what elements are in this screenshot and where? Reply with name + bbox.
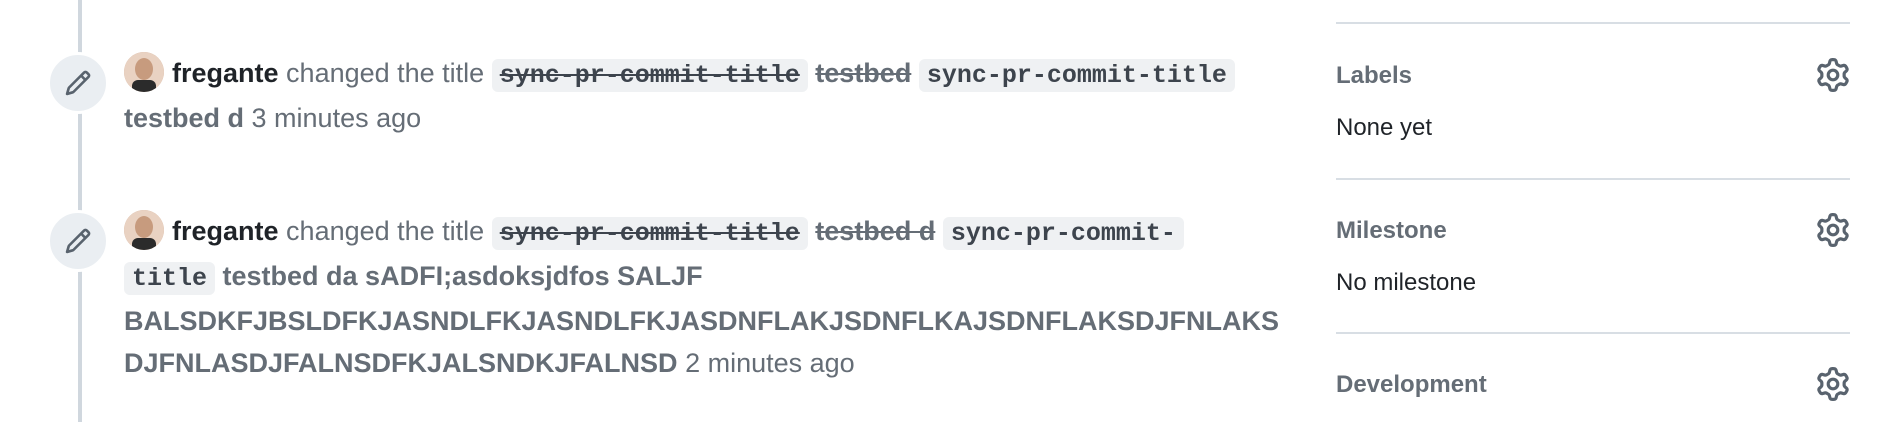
avatar[interactable]: [124, 52, 164, 92]
old-title-text: testbed: [815, 58, 912, 88]
new-title-text: testbed da sADFI;asdoksjdfos SALJF: [222, 261, 703, 291]
new-title-text-line-2: BALSDKFJBSLDFKJASNDLFKJASNDLFKJASDNFLAKJ…: [124, 306, 1280, 336]
sidebar: Labels None yet Milestone No milestone D…: [1336, 0, 1850, 422]
labels-value: None yet: [1336, 114, 1433, 141]
old-title-code: sync-pr-commit-title: [491, 217, 808, 250]
labels-heading[interactable]: Labels: [1336, 62, 1412, 90]
event-body: fregante changed the title sync-pr-commi…: [124, 210, 1364, 384]
gear-icon[interactable]: [1816, 213, 1850, 247]
author-link[interactable]: fregante: [172, 58, 279, 88]
event-action: changed the title: [286, 58, 485, 88]
pencil-icon: [65, 70, 91, 96]
new-title-code: sync-pr-commit-title: [918, 59, 1235, 92]
gear-icon[interactable]: [1816, 58, 1850, 92]
event-action: changed the title: [286, 216, 485, 246]
milestone-value: No milestone: [1336, 269, 1477, 296]
gear-icon[interactable]: [1816, 367, 1850, 401]
milestone-heading[interactable]: Milestone: [1336, 217, 1447, 245]
pencil-icon: [65, 228, 91, 254]
new-title-code-continued: title: [124, 262, 216, 295]
event-timestamp[interactable]: 3 minutes ago: [252, 103, 422, 133]
event-timestamp[interactable]: 2 minutes ago: [685, 348, 855, 378]
divider: [1336, 332, 1850, 334]
new-title-code: sync-pr-commit-: [942, 217, 1184, 250]
development-heading[interactable]: Development: [1336, 371, 1487, 399]
divider: [1336, 178, 1850, 180]
old-title-code: sync-pr-commit-title: [491, 59, 808, 92]
author-link[interactable]: fregante: [172, 216, 279, 246]
event-body: fregante changed the title sync-pr-commi…: [124, 52, 1364, 139]
avatar[interactable]: [124, 210, 164, 250]
new-title-text: testbed d: [124, 103, 245, 133]
new-title-text-line-3: DJFNLASDJFALNSDFKJALSNDKJFALNSD: [124, 348, 678, 378]
event-badge: [47, 52, 109, 114]
divider: [1336, 22, 1850, 24]
event-badge: [47, 210, 109, 272]
old-title-text: testbed d: [815, 216, 936, 246]
